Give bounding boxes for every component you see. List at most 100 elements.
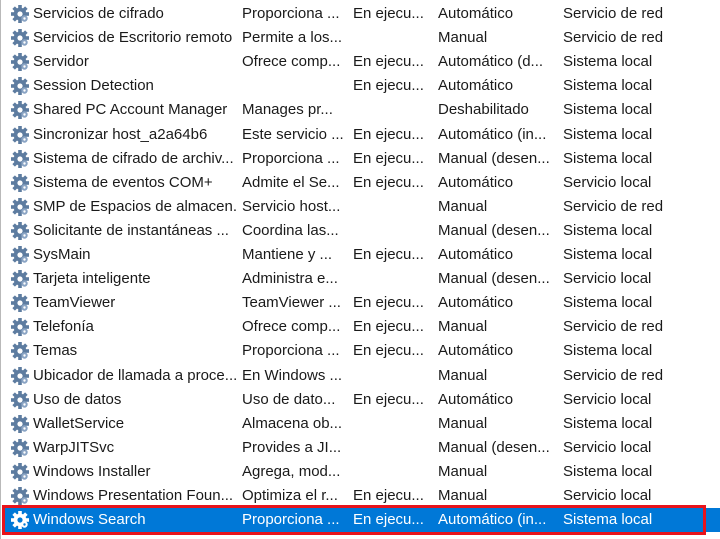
gear-icon [11, 197, 29, 216]
gear-icon [11, 438, 29, 457]
service-logon-as: Sistema local [563, 342, 653, 360]
service-description: En Windows ... [242, 366, 343, 384]
service-description: TeamViewer ... [242, 294, 341, 312]
service-description: Servicio host... [242, 197, 341, 215]
service-startup-type: Manual (desen... [438, 270, 550, 288]
service-row[interactable]: Windows Search Proporciona ... En ejecu...… [2, 508, 720, 533]
service-row[interactable]: Windows Presentation Foun... Optimiza el … [2, 484, 720, 508]
service-logon-as: Servicio local [563, 487, 652, 504]
service-status: En ejecu... [353, 125, 424, 143]
service-logon-as: Servicio de red [563, 318, 664, 336]
service-description: Optimiza el r... [242, 487, 338, 504]
service-description: Ofrece comp... [242, 318, 341, 336]
gear-icon [11, 149, 29, 168]
service-description: Agrega, mod... [242, 462, 341, 480]
service-startup-type: Automático [438, 294, 514, 312]
gear-icon [11, 77, 29, 96]
service-logon-as: Sistema local [563, 294, 653, 312]
service-row[interactable]: WalletService Almacena ob... Manual Sistema… [2, 412, 720, 436]
service-name: Windows Search [33, 511, 146, 529]
service-startup-type: Automático [438, 77, 514, 95]
service-name: Ubicador de llamada a proce... [33, 366, 236, 384]
service-description: Proporciona ... [242, 5, 340, 22]
service-startup-type: Manual [438, 487, 488, 504]
service-row[interactable]: Sistema de eventos COM+ Admite el Se... En… [2, 171, 720, 195]
service-description: Almacena ob... [242, 414, 343, 432]
service-description: Mantiene y ... [242, 246, 333, 263]
gear-icon [11, 53, 29, 72]
service-logon-as: Sistema local [563, 246, 653, 263]
service-startup-type: Manual [438, 197, 488, 215]
service-name: Servicios de Escritorio remoto [33, 29, 233, 47]
service-row[interactable]: Tarjeta inteligente Administra e... Manual… [2, 267, 720, 291]
service-startup-type: Automático [438, 173, 514, 191]
gear-icon [11, 342, 29, 361]
gear-icon [11, 173, 29, 192]
gear-icon [11, 414, 29, 433]
service-status [353, 267, 432, 291]
service-status: En ejecu... [353, 173, 424, 191]
service-row[interactable]: Solicitante de instantáneas ... Coordina … [2, 219, 720, 243]
service-name: Sistema de eventos COM+ [33, 173, 213, 191]
service-row[interactable]: Shared PC Account Manager Manages pr... De… [2, 98, 720, 122]
service-name: WarpJITSvc [33, 438, 115, 456]
service-logon-as: Servicio de red [563, 5, 664, 22]
service-logon-as: Sistema local [563, 414, 653, 432]
service-logon-as: Servicio local [563, 270, 652, 288]
gear-icon [11, 390, 29, 409]
service-row[interactable]: Servicios de cifrado Proporciona ... En ej… [2, 2, 720, 26]
service-logon-as: Sistema local [563, 462, 653, 480]
service-row[interactable]: SysMain Mantiene y ... En ejecu... Automáti… [2, 243, 720, 267]
service-description: Uso de dato... [242, 390, 336, 408]
service-description: Permite a los... [242, 29, 343, 47]
service-row[interactable]: Servidor Ofrece comp... En ejecu... Automát… [2, 50, 720, 74]
service-description: Proporciona ... [242, 149, 340, 167]
service-description: Ofrece comp... [242, 53, 341, 71]
service-row[interactable]: WarpJITSvc Provides a JI... Manual (desen.… [2, 436, 720, 460]
service-name: SMP de Espacios de almacen... [33, 197, 236, 215]
gear-icon [11, 5, 29, 24]
service-row[interactable]: Sincronizar host_a2a64b6 Este servicio ..… [2, 123, 720, 147]
service-status: En ejecu... [353, 487, 424, 504]
service-startup-type: Manual (desen... [438, 438, 550, 456]
service-row[interactable]: Servicios de Escritorio remoto Permite a … [2, 26, 720, 50]
service-description: Proporciona ... [242, 342, 340, 360]
service-row[interactable]: SMP de Espacios de almacen... Servicio ho… [2, 195, 720, 219]
service-row[interactable]: Windows Installer Agrega, mod... Manual Sis… [2, 460, 720, 484]
service-logon-as: Servicio de red [563, 366, 664, 384]
service-description: Administra e... [242, 270, 338, 288]
gear-icon [11, 29, 29, 48]
service-startup-type: Automático (d... [438, 53, 544, 71]
service-status [353, 219, 432, 243]
service-name: TeamViewer [33, 294, 116, 312]
service-status: En ejecu... [353, 246, 424, 263]
service-row[interactable]: Telefonía Ofrece comp... En ejecu... Manual… [2, 315, 720, 339]
service-status [353, 195, 432, 219]
service-startup-type: Manual (desen... [438, 221, 550, 239]
service-row[interactable]: Ubicador de llamada a proce... En Windows… [2, 364, 720, 388]
service-status: En ejecu... [353, 390, 424, 408]
service-row[interactable]: Uso de datos Uso de dato... En ejecu... Aut… [2, 388, 720, 412]
service-status: En ejecu... [353, 53, 424, 71]
service-row[interactable]: Session Detection En ejecu... Automático Si… [2, 74, 720, 98]
service-startup-type: Manual [438, 318, 488, 336]
service-name: WalletService [33, 414, 125, 432]
service-row[interactable]: Sistema de cifrado de archiv... Proporcio… [2, 147, 720, 171]
service-status: En ejecu... [353, 149, 424, 167]
service-name: Temas [33, 342, 78, 360]
service-logon-as: Sistema local [563, 511, 653, 529]
service-status: En ejecu... [353, 294, 424, 312]
service-status: En ejecu... [353, 5, 424, 22]
service-startup-type: Automático (in... [438, 511, 547, 529]
service-startup-type: Manual [438, 29, 488, 47]
service-row[interactable]: Temas Proporciona ... En ejecu... Automátic… [2, 339, 720, 363]
service-startup-type: Manual [438, 462, 488, 480]
gear-icon [11, 318, 29, 337]
gear-icon [11, 246, 29, 265]
service-description: Este servicio ... [242, 125, 344, 143]
services-list: Servicios de cifrado Proporciona ... En ej… [0, 0, 720, 539]
service-status [353, 460, 432, 484]
service-row[interactable]: TeamViewer TeamViewer ... En ejecu... Autom… [2, 291, 720, 315]
service-startup-type: Automático [438, 5, 514, 22]
service-logon-as: Sistema local [563, 125, 653, 143]
